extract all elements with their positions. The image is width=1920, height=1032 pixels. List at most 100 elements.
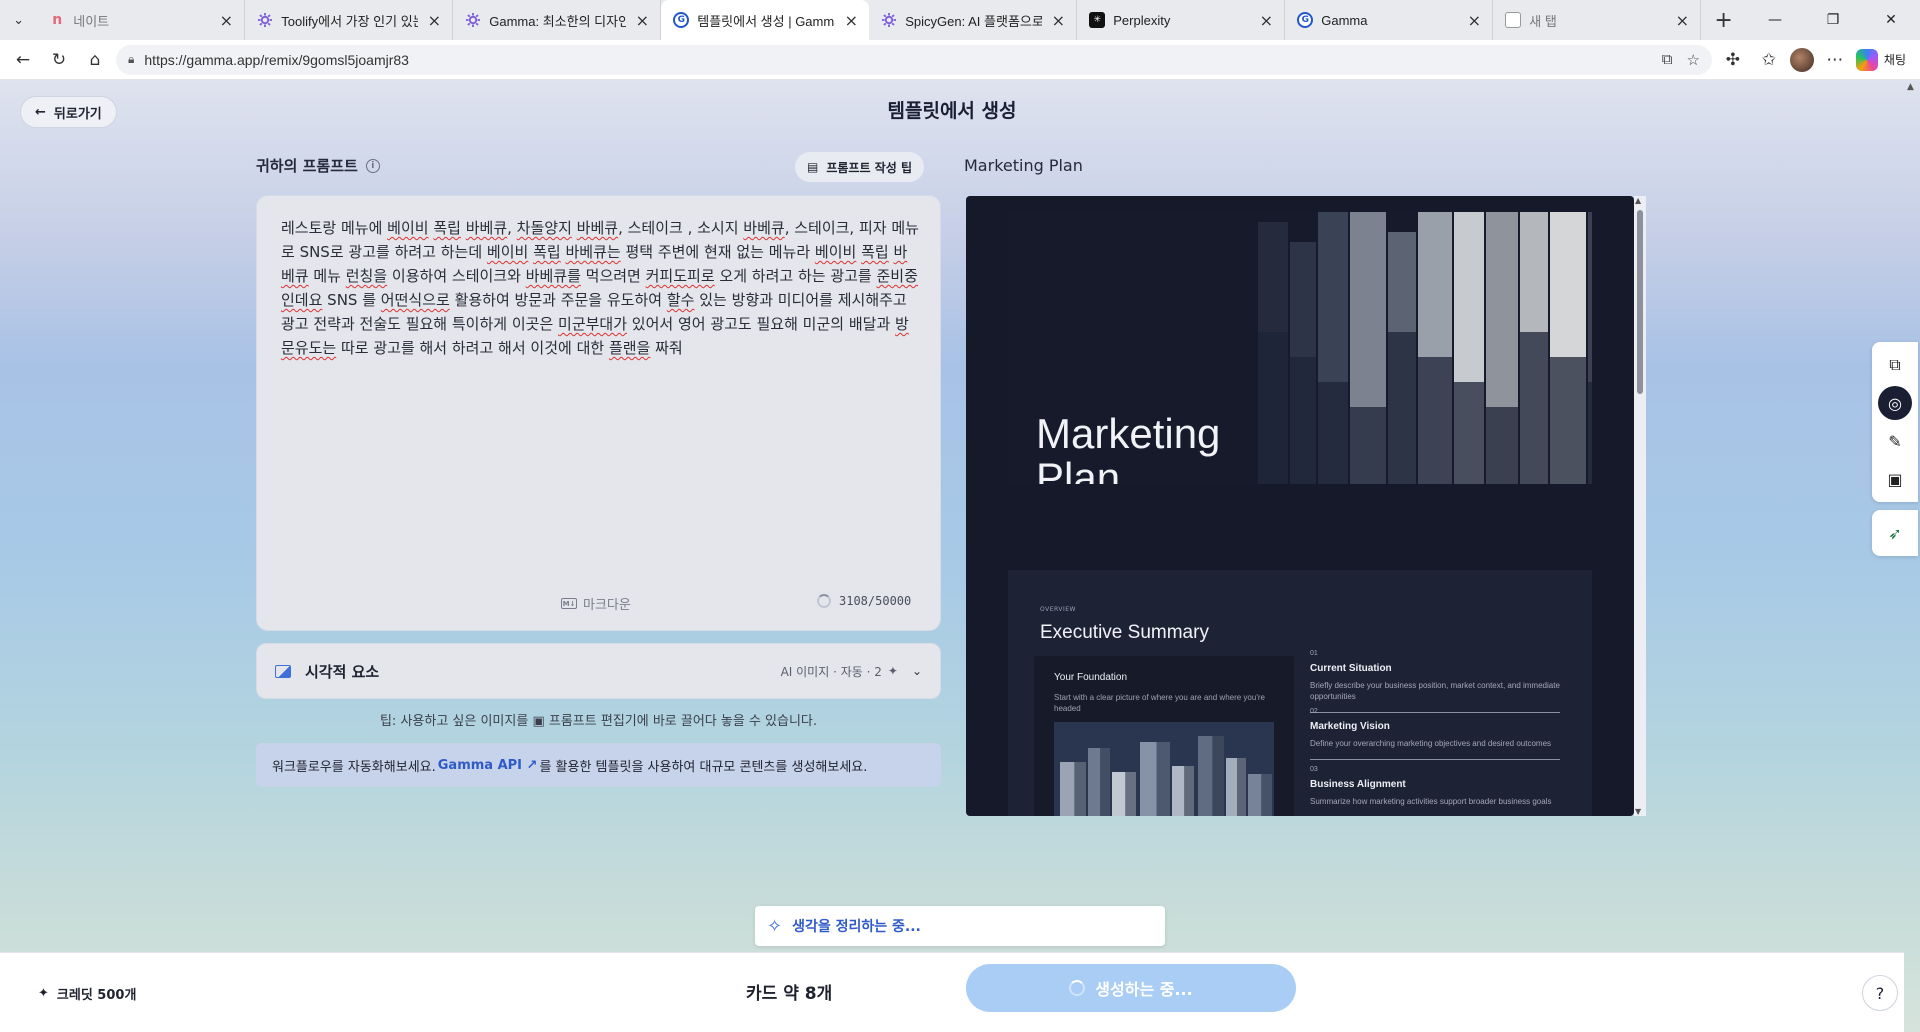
focus-tool-button[interactable]: ◎ (1878, 386, 1912, 420)
launch-tool-button[interactable]: ➶ (1875, 514, 1915, 552)
copilot-label: 채팅 (1883, 53, 1906, 67)
prompt-label: 귀하의 프롬프트 i (256, 155, 380, 176)
avatar[interactable] (1789, 47, 1814, 72)
close-tab-icon[interactable]: × (426, 11, 442, 30)
notes-tool-button[interactable]: ▣ (1875, 460, 1915, 498)
help-button[interactable]: ? (1862, 975, 1898, 1011)
browser-tab[interactable]: Toolify에서 가장 인기 있는 A × (245, 0, 454, 40)
side-toolbar: ⧉ ◎ ✎ ▣ ➶ (1872, 342, 1918, 556)
misspelled-word: 베이비 (814, 243, 857, 261)
summary-item-number: 03 (1310, 766, 1318, 773)
close-tab-icon[interactable]: × (1050, 11, 1066, 30)
prompt-text-segment: 있어서 영어 광고도 필요해 미군의 배달과 (627, 315, 896, 333)
card-count: 카드 약 8개 (746, 984, 833, 1004)
copilot-button[interactable]: 채팅 (1855, 48, 1912, 71)
close-window-button[interactable]: ✕ (1862, 0, 1920, 40)
prompt-text[interactable]: 레스토랑 메뉴에 베이비 폭립 바베큐, 차돌양지 바베큐, 스테이크 , 소시… (281, 216, 921, 360)
browser-tab[interactable]: G 템플릿에서 생성 | Gamma × (661, 0, 870, 40)
misspelled-word: 바베큐 (743, 219, 785, 237)
misspelled-word: 플랜을 (608, 339, 651, 357)
summary-item-text: Briefly describe your business position,… (1310, 681, 1560, 701)
scroll-down-icon: ▼ (1635, 807, 1642, 816)
visual-elements-panel[interactable]: 시각적 요소 AI 이미지 · 자동 · 2 ✦ ⌄ (256, 643, 941, 699)
browser-tab[interactable]: n 네이트 × (37, 0, 246, 40)
misspelled-word: 어떤식으로 (380, 291, 450, 309)
minimize-button[interactable]: — (1746, 0, 1804, 40)
close-tab-icon[interactable]: × (1674, 11, 1690, 30)
prompt-text-segment: , (507, 219, 517, 237)
new-tab-button[interactable]: + (1701, 0, 1746, 40)
close-tab-icon[interactable]: × (634, 11, 650, 30)
close-tab-icon[interactable]: × (1258, 11, 1274, 30)
slide-overline: OVERVIEW (1040, 606, 1076, 613)
slide-title-line-2: Plan (1036, 454, 1121, 485)
markdown-toggle[interactable]: M↓ 마크다운 (561, 594, 631, 613)
close-tab-icon[interactable]: × (843, 11, 859, 30)
close-tab-icon[interactable]: × (218, 11, 234, 30)
misspelled-word: 바베큐 (465, 219, 508, 237)
gamma-api-link[interactable]: Gamma API ↗ (438, 758, 538, 773)
favorites-icon: ✩ (1761, 49, 1777, 70)
slide-title-line-1: Marketing (1036, 410, 1221, 457)
side-toolbar-launch: ➶ (1872, 510, 1918, 556)
extensions-button[interactable]: ✣ (1718, 45, 1748, 75)
address-bar[interactable]: 🔒︎ https://gamma.app/remix/9gomsl5joamjr… (116, 44, 1712, 75)
preview-scroll-thumb[interactable] (1637, 210, 1643, 394)
lock-icon: 🔒︎ (128, 52, 135, 66)
misspelled-word: 폭립 (533, 243, 561, 261)
browser-tab[interactable]: ✳ Perplexity × (1077, 0, 1286, 40)
browser-tab[interactable]: Gamma: 최소한의 디자인 노 × (453, 0, 662, 40)
split-screen-icon[interactable]: ⧉ (1662, 51, 1673, 69)
tab-actions-menu-button[interactable]: ⌄ (0, 0, 37, 40)
misspelled-word: 바베큐는 (565, 243, 621, 261)
tip-text-before: 팁: 사용하고 싶은 이미지를 (379, 714, 533, 729)
api-banner: 워크플로우를 자동화해보세요. Gamma API ↗ 를 활용한 템플릿을 사… (256, 743, 941, 787)
restore-button[interactable]: ❐ (1804, 0, 1862, 40)
back-nav-button[interactable]: ← (8, 45, 38, 75)
puzzle-icon: ✣ (1725, 49, 1741, 70)
divider (1310, 759, 1560, 760)
chevron-down-icon[interactable]: ⌄ (912, 664, 922, 678)
browser-tab-title: 네이트 (73, 13, 110, 29)
favorites-button[interactable]: ✩ (1754, 45, 1784, 75)
tower-shadow (1486, 407, 1518, 484)
generate-button[interactable]: 생성하는 중... (966, 964, 1296, 1012)
more-button[interactable]: ⋯ (1820, 45, 1850, 75)
block-shadow (1212, 736, 1224, 816)
preview-scrollbar[interactable]: ▲ ▼ (1634, 196, 1646, 816)
template-preview[interactable]: Marketing Plan OVERVIEW Executive Summar… (966, 196, 1634, 816)
prompt-text-segment: 메뉴 (308, 267, 346, 285)
prompt-label-text: 귀하의 프롬프트 (256, 157, 358, 175)
foundation-card-text: Start with a clear picture of where you … (1054, 693, 1265, 713)
summary-item-title: Current Situation (1310, 663, 1392, 674)
prompt-tips-button[interactable]: ▤ 프롬프트 작성 팁 (795, 152, 924, 182)
prompt-editor[interactable]: 레스토랑 메뉴에 베이비 폭립 바베큐, 차돌양지 바베큐, 스테이크 , 소시… (256, 195, 941, 631)
home-button[interactable]: ⌂ (80, 45, 110, 75)
slide-heading: Executive Summary (1040, 622, 1209, 643)
misspelled-word: 할수 (666, 291, 695, 309)
favorite-star-icon[interactable]: ☆ (1686, 51, 1699, 69)
reload-button[interactable]: ↻ (44, 45, 74, 75)
prompt-text-segment: 짜줘 (650, 339, 683, 357)
browser-tab[interactable]: 새 탭 × (1493, 0, 1702, 40)
prompt-text-segment: 오게 하려고 하는 광고를 (714, 267, 877, 285)
api-banner-text: 워크플로우를 자동화해보세요. (272, 759, 436, 775)
new-tab-icon (1505, 12, 1522, 28)
browser-tab[interactable]: SpicyGen: AI 플랫폼으로 이미 × (869, 0, 1078, 40)
gamma-icon: G (673, 12, 690, 28)
perplexity-icon: ✳ (1089, 12, 1106, 28)
tip-text-after: 프롬프트 편집기에 바로 끌어다 놓을 수 있습니다. (544, 714, 818, 729)
scroll-up-icon: ▲ (1635, 196, 1642, 205)
prompt-tips-label: 프롬프트 작성 팁 (826, 160, 912, 175)
close-tab-icon[interactable]: × (1466, 11, 1482, 30)
arrow-left-icon: ← (35, 104, 46, 120)
credits-indicator[interactable]: ✦ 크레딧 500개 (38, 984, 136, 1003)
arrow-left-icon: ← (15, 49, 31, 70)
edit-tool-button[interactable]: ✎ (1875, 422, 1915, 460)
info-icon[interactable]: i (365, 158, 380, 173)
plus-icon: + (1714, 7, 1733, 33)
copy-tool-button[interactable]: ⧉ (1875, 346, 1915, 384)
back-label: 뒤로가기 (53, 106, 102, 122)
back-button[interactable]: ← 뒤로가기 (20, 96, 117, 128)
browser-tab[interactable]: G Gamma × (1285, 0, 1494, 40)
